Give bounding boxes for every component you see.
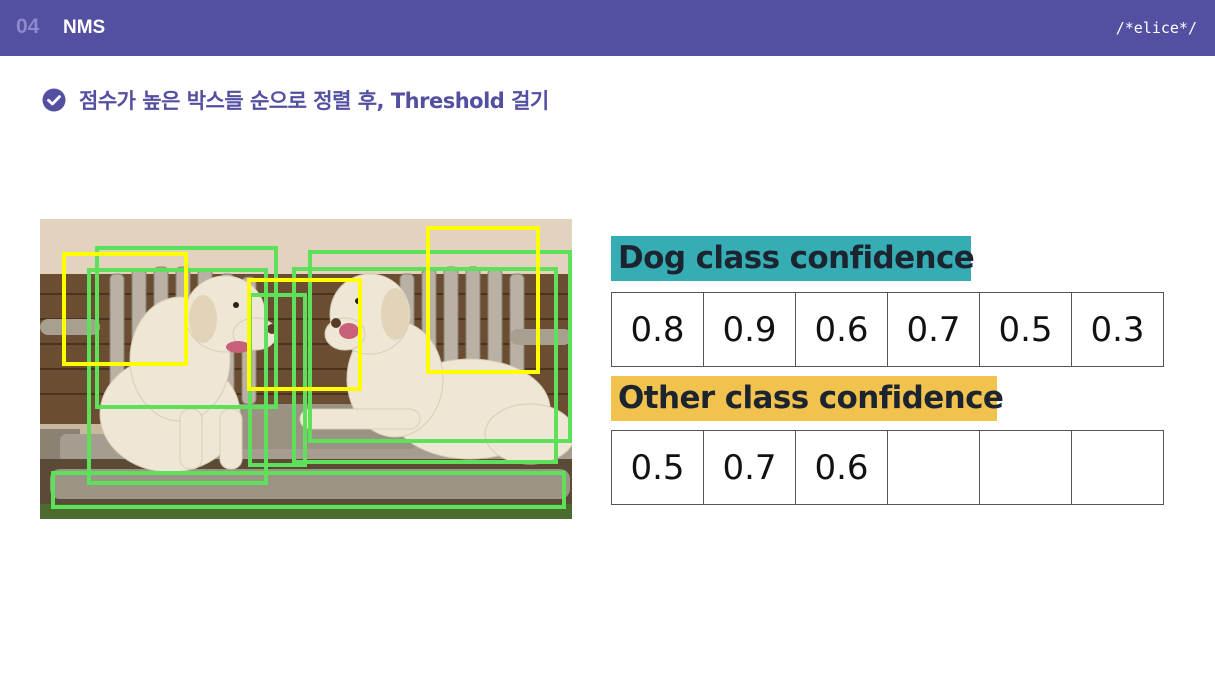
other-class-label: Other class confidence (611, 376, 1004, 421)
table-cell: 0.8 (611, 292, 704, 367)
table-cell (979, 430, 1072, 505)
table-cell (887, 430, 980, 505)
check-circle-icon (42, 88, 66, 112)
table-cell: 0.5 (979, 292, 1072, 367)
table-cell: 0.5 (611, 430, 704, 505)
other-confidence-table: 0.5 0.7 0.6 (611, 430, 1164, 505)
section-number: 04 (16, 15, 40, 38)
brand-logo: /*elice*/ (1115, 19, 1197, 37)
section-title: NMS (63, 17, 106, 38)
bullet-text: 점수가 높은 박스들 순으로 정렬 후, Threshold 걸기 (79, 89, 549, 113)
dog-confidence-table: 0.8 0.9 0.6 0.7 0.5 0.3 (611, 292, 1164, 367)
table-cell: 0.7 (887, 292, 980, 367)
dogs-photo (40, 219, 572, 519)
table-cell: 0.7 (703, 430, 796, 505)
table-cell: 0.9 (703, 292, 796, 367)
table-row: 0.5 0.7 0.6 (611, 430, 1164, 505)
table-cell: 0.6 (795, 430, 888, 505)
table-cell: 0.3 (1071, 292, 1164, 367)
table-row: 0.8 0.9 0.6 0.7 0.5 0.3 (611, 292, 1164, 367)
dogs-photo-illustration (40, 219, 572, 519)
table-cell: 0.6 (795, 292, 888, 367)
bullet-point: 점수가 높은 박스들 순으로 정렬 후, Threshold 걸기 (42, 85, 549, 115)
dog-class-label: Dog class confidence (611, 236, 975, 281)
header-bar: 04 NMS /*elice*/ (0, 0, 1215, 56)
table-cell (1071, 430, 1164, 505)
